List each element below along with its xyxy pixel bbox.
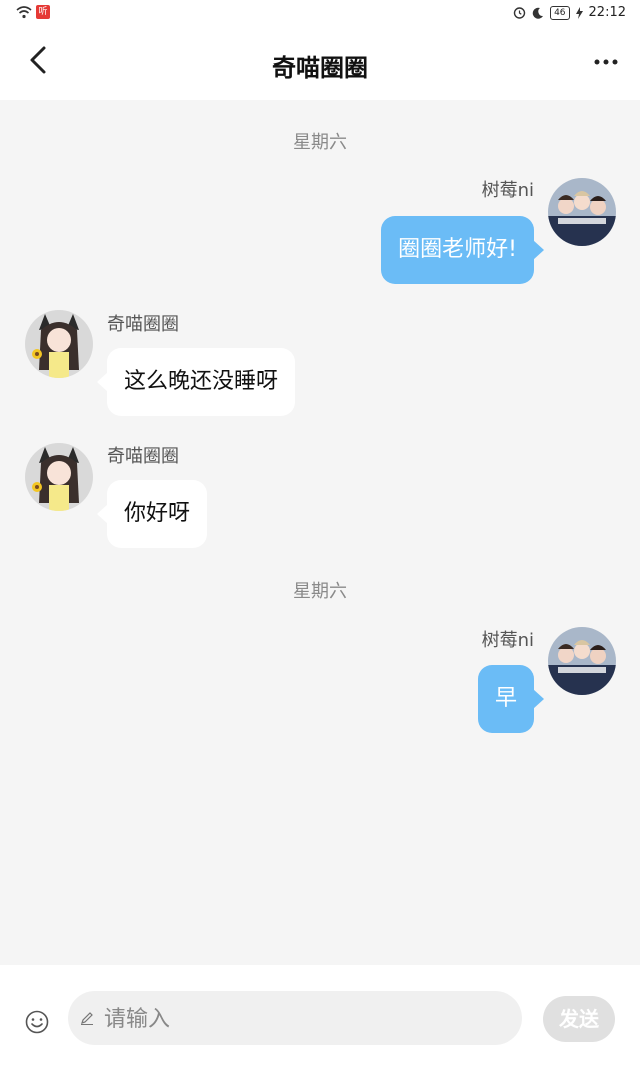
sender-name: 奇喵圈圈 xyxy=(107,314,179,335)
message-bubble-outgoing[interactable]: 圈圈老师好! xyxy=(381,216,544,284)
battery-indicator: 46 xyxy=(550,5,570,20)
more-options-button[interactable] xyxy=(592,50,620,74)
avatar[interactable] xyxy=(25,443,93,511)
send-button[interactable]: 发送 xyxy=(543,996,615,1042)
cartoon-girl-avatar xyxy=(25,310,93,378)
sender-name: 奇喵圈圈 xyxy=(107,446,179,467)
pencil-icon xyxy=(81,1012,93,1025)
message-input-container[interactable] xyxy=(68,991,522,1047)
avatar[interactable] xyxy=(548,178,616,246)
avatar[interactable] xyxy=(25,310,93,378)
avatar[interactable] xyxy=(548,627,616,695)
clock: 22:12 xyxy=(588,5,626,20)
charging-icon xyxy=(575,6,583,19)
status-bar: 听 46 22:12 xyxy=(0,0,640,28)
message-bubble-outgoing[interactable]: 早 xyxy=(477,665,545,733)
message-bubble-incoming[interactable]: 这么晚还没睡呀 xyxy=(96,348,296,416)
composer-bar: 发送 xyxy=(0,965,640,1067)
date-separator: 星期六 xyxy=(293,132,347,153)
more-horizontal-icon xyxy=(594,59,618,65)
wifi-icon xyxy=(16,6,32,19)
message-bubble-incoming[interactable]: 你好呀 xyxy=(96,480,208,548)
page-title: 奇喵圈圈 xyxy=(272,54,368,82)
moon-icon xyxy=(532,7,544,19)
emoji-icon[interactable] xyxy=(24,1009,50,1035)
message-list[interactable]: 星期六 树莓ni 圈圈老师好! 奇喵圈圈 这么晚还没睡呀 奇喵圈圈 你好呀 星期… xyxy=(0,100,640,965)
status-right: 46 22:12 xyxy=(513,5,626,20)
chat-header: 奇喵圈圈 xyxy=(0,28,640,100)
user-photo-avatar xyxy=(548,178,616,246)
sender-name: 树莓ni xyxy=(481,630,534,651)
status-left: 听 xyxy=(16,5,50,19)
message-input[interactable] xyxy=(102,991,506,1047)
alarm-icon xyxy=(513,7,526,19)
app-notification-badge: 听 xyxy=(36,5,50,19)
user-photo-avatar xyxy=(548,627,616,695)
sender-name: 树莓ni xyxy=(481,180,534,201)
cartoon-girl-avatar xyxy=(25,443,93,511)
date-separator: 星期六 xyxy=(293,581,347,602)
